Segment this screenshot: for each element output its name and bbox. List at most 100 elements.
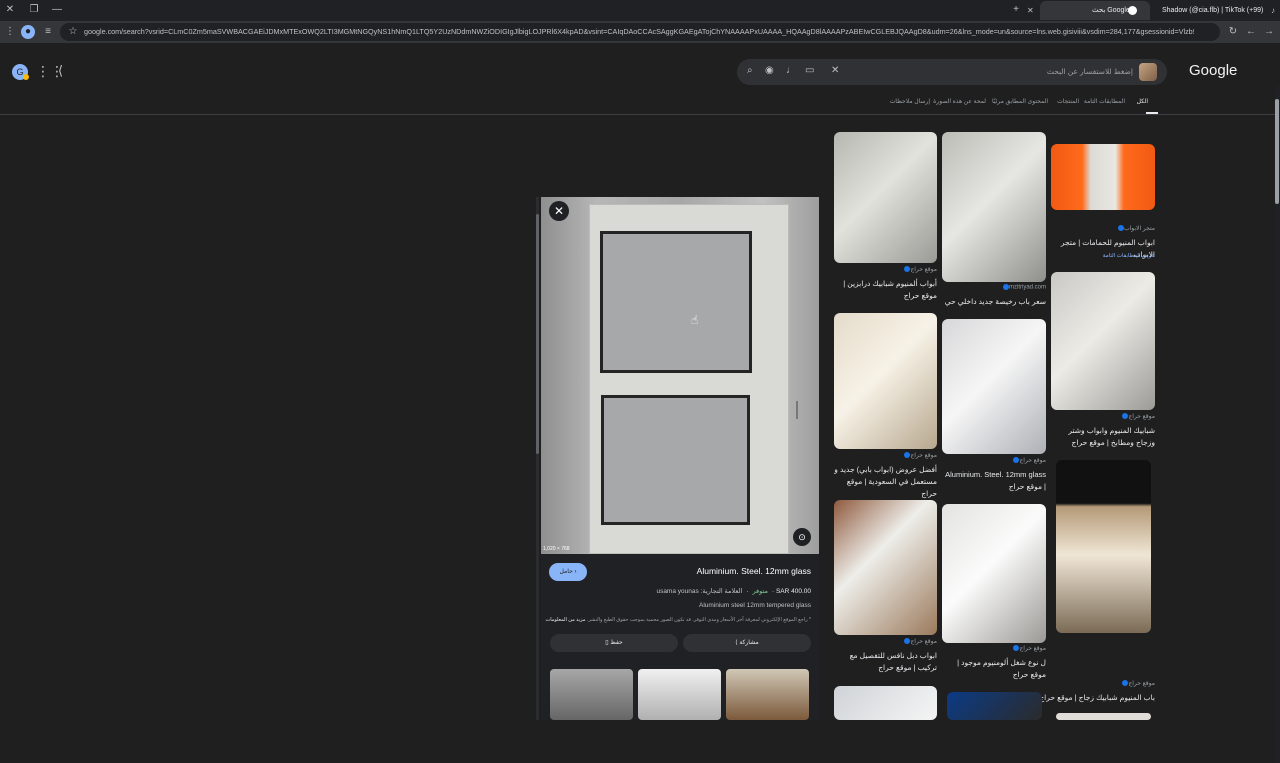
product-meta: SAR 400.00 ·متوفر·العلامة التجارية: usam… [656, 588, 811, 595]
result-card[interactable]: mzitriyad.com سعر باب رخيصة جديد داخلي ح… [942, 132, 1046, 306]
result-title[interactable]: أفضل عروض (ابواب بابي) جديد و مستعمل في … [834, 464, 937, 500]
result-image[interactable] [1056, 713, 1151, 720]
tab-tiktok[interactable]: Shadow (@cia.flb) | TikTok (+99) ♪ [1154, 1, 1275, 20]
result-card[interactable]: موقع حراج أفضل عروض (ابواب بابي) جديد و … [834, 313, 937, 498]
result-image[interactable] [834, 313, 937, 449]
result-card[interactable] [947, 692, 1042, 720]
back-icon[interactable]: ← [1244, 25, 1258, 39]
browser-tab-strip: ✕ ❐ — + ✕ بحث Google Shadow (@cia.flb) |… [0, 0, 1280, 21]
bookmark-star-icon[interactable]: ☆ [66, 25, 80, 39]
search-box[interactable]: ⌕ ◉ ♩ ▭ ✕ إضغط للاستفسار عن البحث [737, 59, 1167, 85]
result-card[interactable]: موقع حراج باب المنيوم شبابيك زجاج | موقع… [1039, 460, 1155, 705]
share-icon[interactable]: ⟨ [58, 63, 63, 79]
filter-tabs: الكل المطابقات التامة المنتجات المحتوى ا… [890, 98, 1160, 112]
visit-label: حامل [559, 569, 573, 575]
reload-icon[interactable]: ↻ [1226, 25, 1240, 39]
result-title[interactable]: سعر باب رخيصة جديد داخلي حي المبا... [942, 296, 1046, 308]
result-title[interactable]: Aluminium. Steel. 12mm glass | موقع حراج [942, 469, 1046, 493]
new-tab-icon[interactable]: + [1009, 3, 1023, 17]
forward-icon[interactable]: → [1262, 25, 1276, 39]
share-button[interactable]: ⟨ مشاركة [683, 634, 811, 652]
tab-products[interactable]: المنتجات [1057, 98, 1079, 105]
close-window-icon[interactable]: ✕ [3, 3, 17, 17]
result-image[interactable] [834, 686, 937, 720]
selected-image[interactable]: ✕ 1,020 × 768 ⊙ [541, 197, 819, 554]
search-image-thumbnail[interactable] [1139, 63, 1157, 81]
lens-icon[interactable]: ◉ [765, 65, 774, 76]
lens-search-icon[interactable]: ⊙ [793, 528, 811, 546]
tab-search-icon[interactable]: ≡ [41, 25, 55, 39]
product-price: SAR 400.00 [775, 588, 811, 595]
address-bar-row: ⋮ ● ≡ ☆ google.com/search?vsrid=CLmC0Zm5… [0, 21, 1280, 43]
search-icon[interactable]: ⌕ [747, 65, 753, 76]
minimize-window-icon[interactable]: — [50, 3, 64, 17]
tab-about-image[interactable]: لمحة عن هذه الصورة [933, 98, 986, 105]
result-image[interactable] [834, 132, 937, 263]
brand: العلامة التجارية: usama younas [656, 588, 743, 595]
mouse-pointer-icon: ☝ [691, 313, 699, 327]
page-scrollbar[interactable] [1275, 99, 1279, 204]
result-image[interactable] [947, 692, 1042, 720]
keyboard-icon[interactable]: ▭ [805, 65, 814, 76]
restore-window-icon[interactable]: ❐ [27, 3, 41, 17]
result-card[interactable]: موقع حراج ل نوع شغل ألومنيوم موجود | موق… [942, 504, 1046, 684]
result-source: متجر الابواب [1115, 225, 1155, 232]
search-input[interactable]: إضغط للاستفسار عن البحث [1047, 59, 1133, 85]
related-image-1[interactable] [550, 669, 633, 720]
result-source: mzitriyad.com [1000, 284, 1046, 291]
door-top-panel [600, 231, 752, 373]
result-source: موقع حراج [901, 452, 937, 459]
result-title[interactable]: ابواب دبل نافس للتفصيل مع تركيب | موقع ح… [834, 650, 937, 674]
result-image[interactable] [942, 504, 1046, 643]
result-title[interactable]: ل نوع شغل ألومنيوم موجود | موقع حراج [942, 657, 1046, 681]
result-source: موقع حراج [1010, 645, 1046, 652]
tab-visual-matches[interactable]: المحتوى المطابق مرئيًا [992, 98, 1048, 105]
more-info-link[interactable]: مزيد من المعلومات [546, 617, 586, 623]
result-title[interactable]: باب المنيوم شبابيك زجاج | موقع حراج [1039, 692, 1155, 704]
result-image[interactable] [1051, 144, 1155, 210]
result-source: موقع حراج [1119, 680, 1155, 687]
result-image[interactable] [834, 500, 937, 635]
result-card[interactable]: متجر الابواب ابواب المنيوم للحمامات | مت… [1051, 132, 1155, 262]
profile-icon[interactable]: ● [21, 25, 35, 39]
save-button[interactable]: ▯ حفظ [550, 634, 678, 652]
result-title[interactable]: شبابيك المنيوم وابواب وشتر وزجاج ومطابخ … [1051, 425, 1155, 449]
result-image[interactable] [1056, 460, 1151, 633]
url-text[interactable]: google.com/search?vsrid=CLmC0Zm5maSVWBAC… [84, 23, 1194, 41]
tab-exact-matches[interactable]: المطابقات التامة [1084, 98, 1125, 105]
exact-matches-link[interactable]: عرض المطابقات التامة [1103, 253, 1155, 259]
close-detail-button[interactable]: ✕ [549, 201, 569, 221]
notification-badge [23, 74, 29, 80]
clear-search-icon[interactable]: ✕ [831, 65, 839, 76]
microphone-icon[interactable]: ♩ [786, 65, 796, 76]
result-card[interactable] [834, 686, 937, 720]
related-image-2[interactable] [638, 669, 721, 720]
header-divider [0, 114, 1280, 115]
result-image[interactable] [942, 319, 1046, 454]
result-card[interactable]: موقع حراج ابواب دبل نافس للتفصيل مع تركي… [834, 500, 937, 680]
tab-google-search[interactable]: ✕ بحث Google [1027, 1, 1150, 20]
omnibox[interactable]: ☆ google.com/search?vsrid=CLmC0Zm5maSVWB… [60, 23, 1220, 41]
product-description: Aluminium steel 12mm tempered glass [699, 602, 811, 609]
related-image-3[interactable] [726, 669, 809, 720]
result-title[interactable]: أبواب ألمنيوم شبابيك درابزين | موقع حراج [834, 278, 937, 302]
product-title[interactable]: Aluminium. Steel. 12mm glass [697, 566, 811, 576]
save-label: حفظ [610, 640, 623, 646]
door-handle [796, 401, 806, 419]
result-card[interactable]: موقع حراج Aluminium. Steel. 12mm glass |… [942, 319, 1046, 499]
google-logo[interactable]: Google [1189, 62, 1237, 79]
more-icon[interactable]: ⋮ [3, 25, 17, 39]
detail-scrollbar[interactable] [536, 214, 539, 454]
visit-button[interactable]: حامل › [549, 563, 587, 581]
result-source: موقع حراج [1119, 413, 1155, 420]
tab-feedback[interactable]: إرسال ملاحظات [890, 98, 930, 105]
result-card[interactable] [1056, 713, 1151, 720]
result-image[interactable] [1051, 272, 1155, 410]
image-detail-panel: ✕ 1,020 × 768 ⊙ حامل › Aluminium. Steel.… [541, 197, 819, 720]
tab-title: بحث Google [1092, 7, 1130, 14]
door-image [589, 204, 798, 554]
tab-all[interactable]: الكل [1137, 98, 1148, 105]
result-card[interactable]: موقع حراج أبواب ألمنيوم شبابيك درابزين |… [834, 132, 937, 302]
result-image[interactable] [942, 132, 1046, 282]
result-card[interactable]: موقع حراج شبابيك المنيوم وابواب وشتر وزج… [1051, 272, 1155, 452]
